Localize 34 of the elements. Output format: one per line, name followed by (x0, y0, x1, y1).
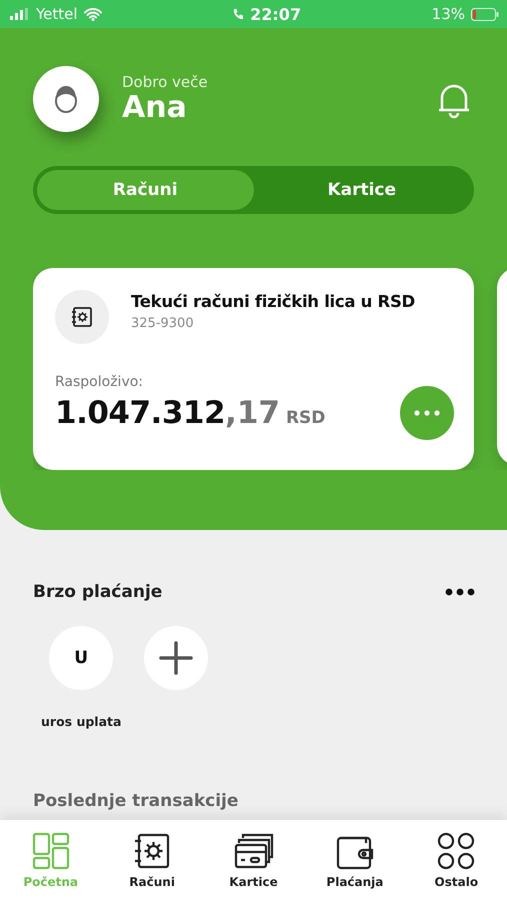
carrier-name: Yettel (36, 5, 78, 23)
currency-label: RSD (286, 408, 326, 428)
plus-icon (159, 641, 194, 675)
signal-icon (10, 8, 30, 20)
greeting-text: Dobro veče (122, 73, 209, 91)
balance-amount: 1.047.312 (55, 395, 226, 431)
section-title: Poslednje transakcije (33, 791, 240, 811)
clock-time: 22:07 (250, 4, 302, 24)
cards-icon (234, 832, 274, 870)
phone-icon (232, 8, 244, 20)
battery-icon (471, 8, 499, 20)
nav-tab[interactable]: Računi (101, 820, 203, 900)
dashboard-icon (32, 832, 70, 870)
balance-label: Raspoloživo: (55, 374, 144, 390)
account-card[interactable]: Tekući računi fizičkih lica u RSD 325-9300 Raspoloživo: 1.047.312,17 RSD (33, 268, 474, 470)
more-icon (414, 410, 440, 416)
person-icon (53, 84, 79, 114)
nav-tab[interactable]: Ostalo (406, 820, 507, 900)
more-button[interactable] (400, 386, 454, 440)
contact-button[interactable]: U (49, 626, 114, 690)
contact-name: uros uplata (41, 714, 122, 729)
nav-tab[interactable]: Kartice (202, 820, 304, 900)
account-number: 325-9300 (131, 316, 195, 331)
grid-icon (437, 832, 476, 870)
section-title: Brzo plaćanje (33, 582, 162, 602)
segment-tab[interactable]: Kartice (254, 170, 470, 210)
user-name: Ana (122, 91, 188, 125)
more-icon[interactable] (445, 588, 475, 596)
wifi-icon (84, 8, 102, 20)
account-title: Tekući računi fizičkih lica u RSD (131, 292, 415, 311)
balance-decimals: ,17 (225, 395, 280, 431)
safe-icon (133, 832, 172, 870)
battery-percent: 13% (432, 5, 465, 23)
nav-tab[interactable]: Plaćanja (304, 820, 406, 900)
